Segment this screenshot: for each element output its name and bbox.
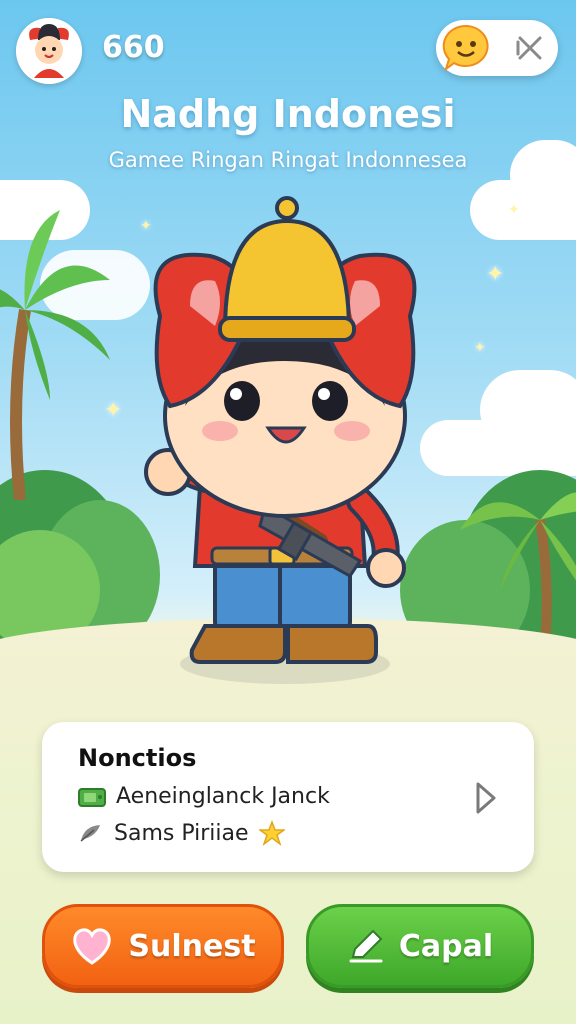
- palm-tree-left: [0, 210, 110, 500]
- palm-tree-right: [460, 492, 576, 650]
- sulnest-button-label: Sulnest: [128, 928, 256, 964]
- smiley-chat-icon[interactable]: [440, 22, 492, 74]
- sparkle-icon: ✦: [474, 340, 486, 356]
- heart-icon: [73, 928, 112, 965]
- capal-button[interactable]: Capal: [306, 904, 534, 988]
- sparkle-icon: ✦: [508, 202, 520, 218]
- player-avatar[interactable]: [16, 18, 82, 84]
- score-counter: 660: [102, 30, 165, 65]
- game-subtitle: Gamee Ringan Ringat Indonnesea: [108, 148, 468, 172]
- feather-icon: [80, 825, 100, 842]
- hero-character[interactable]: [120, 196, 430, 696]
- close-icon[interactable]: [514, 32, 546, 64]
- top-right-controls: [436, 20, 558, 76]
- sparkle-icon: ✦: [486, 262, 505, 287]
- cloud: [480, 370, 576, 450]
- sulnest-button[interactable]: Sulnest: [42, 904, 284, 988]
- capal-button-label: Capal: [398, 928, 494, 964]
- list-item[interactable]: Aeneinglanck Janck: [78, 784, 330, 809]
- character-avatar-icon: [16, 18, 82, 84]
- list-item-label: Sams Piriiae: [114, 820, 249, 846]
- star-icon: [258, 820, 285, 846]
- info-card[interactable]: Nonctios Aeneinglanck Janck Sams Piriiae: [42, 722, 534, 872]
- game-title: Nadhg Indonesi: [120, 92, 456, 136]
- list-item[interactable]: Sams Piriiae: [78, 820, 285, 846]
- chevron-right-icon[interactable]: [474, 780, 498, 816]
- list-item-label: Aeneinglanck Janck: [116, 784, 330, 809]
- pencil-icon: [349, 929, 383, 963]
- cash-icon: [78, 787, 106, 807]
- card-title: Nonctios: [78, 744, 197, 772]
